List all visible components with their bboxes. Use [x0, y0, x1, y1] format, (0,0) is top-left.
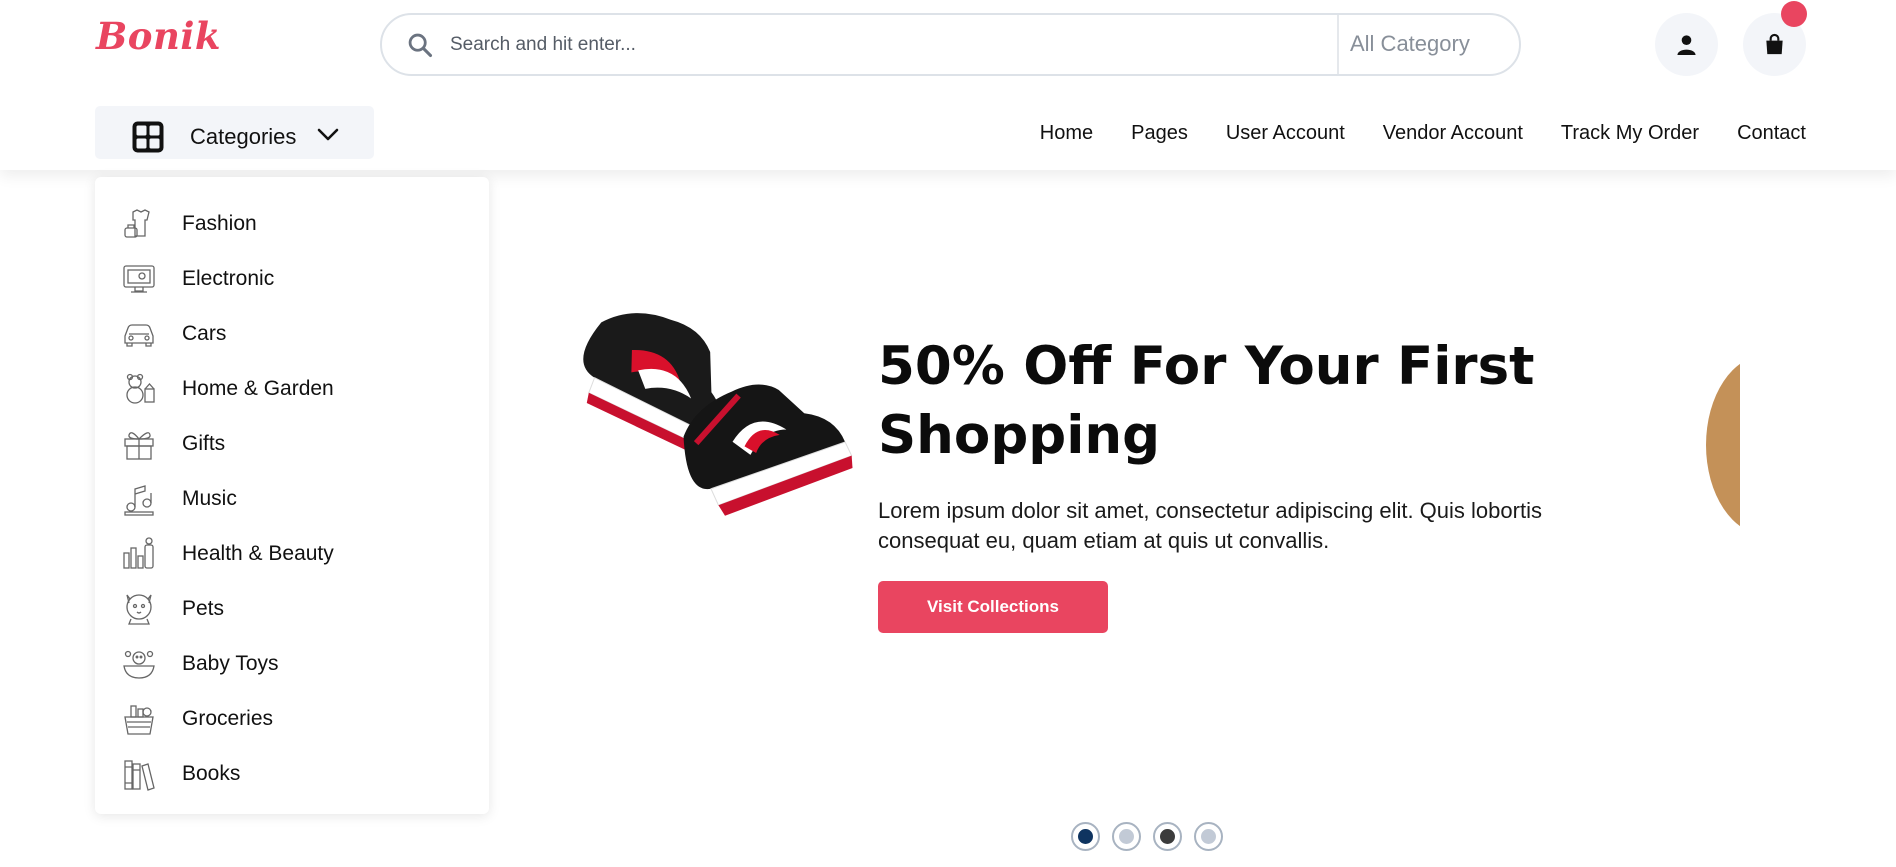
carousel-dot-3[interactable]: [1153, 822, 1182, 851]
user-account-button[interactable]: [1655, 13, 1718, 76]
baby-toys-icon: [123, 650, 155, 679]
electronic-icon: [123, 265, 155, 293]
search-divider: [1337, 15, 1339, 74]
brand-logo[interactable]: Bonik: [96, 14, 221, 58]
category-label: Home & Garden: [182, 377, 334, 400]
carousel-dot-1[interactable]: [1071, 822, 1100, 851]
category-label: Groceries: [182, 707, 274, 730]
nav-vendor-account[interactable]: Vendor Account: [1383, 122, 1523, 145]
search-icon[interactable]: [406, 31, 434, 59]
hero-description: Lorem ipsum dolor sit amet, consectetur …: [878, 498, 1542, 553]
category-menu: Fashion Electronic Cars Home & Garden Gi…: [95, 177, 489, 814]
sneakers-image: [583, 313, 853, 516]
cart-count-badge: [1781, 1, 1807, 27]
category-label: Pets: [182, 597, 225, 620]
category-item-electronic[interactable]: Electronic: [95, 251, 489, 306]
nav-contact[interactable]: Contact: [1737, 122, 1806, 145]
category-item-music[interactable]: Music: [95, 471, 489, 526]
category-item-home-garden[interactable]: Home & Garden: [95, 361, 489, 416]
grid-icon: [132, 121, 164, 153]
fashion-icon: [124, 209, 150, 238]
carousel-dots: [1071, 822, 1223, 851]
category-item-cars[interactable]: Cars: [95, 306, 489, 361]
category-item-fashion[interactable]: Fashion: [95, 196, 489, 251]
nav-user-account[interactable]: User Account: [1226, 122, 1345, 145]
carousel-dot-2[interactable]: [1112, 822, 1141, 851]
home-garden-icon: [126, 373, 155, 404]
category-item-groceries[interactable]: Groceries: [95, 691, 489, 746]
category-item-pets[interactable]: Pets: [95, 581, 489, 636]
category-label: Fashion: [182, 212, 257, 235]
music-icon: [124, 485, 154, 516]
category-label: Gifts: [182, 432, 226, 455]
category-item-gifts[interactable]: Gifts: [95, 416, 489, 471]
search-category-select[interactable]: All Category: [1350, 31, 1470, 57]
category-item-books[interactable]: Books: [95, 746, 489, 801]
chevron-down-icon: [317, 128, 339, 141]
category-label: Electronic: [182, 267, 275, 290]
category-label: Cars: [182, 322, 227, 345]
categories-toggle-label: Categories: [190, 124, 297, 149]
category-label: Baby Toys: [182, 652, 279, 675]
nav-pages[interactable]: Pages: [1131, 122, 1188, 145]
health-beauty-icon: [123, 537, 154, 569]
carousel-dot-4[interactable]: [1194, 822, 1223, 851]
category-label: Health & Beauty: [182, 542, 334, 565]
user-icon: [1677, 35, 1696, 56]
pets-icon: [126, 594, 152, 625]
nav-track-my-order[interactable]: Track My Order: [1561, 122, 1699, 145]
site-header: Bonik All Category Categories: [0, 0, 1896, 170]
category-label: Music: [182, 487, 237, 510]
shopping-bag-icon: [1766, 33, 1783, 55]
nav-home[interactable]: Home: [1040, 122, 1093, 145]
groceries-icon: [124, 705, 154, 735]
search-input[interactable]: [450, 15, 1310, 74]
categories-toggle[interactable]: Categories: [95, 106, 374, 159]
category-item-baby-toys[interactable]: Baby Toys: [95, 636, 489, 691]
visit-collections-button[interactable]: Visit Collections: [878, 581, 1108, 633]
main-nav: Home Pages User Account Vendor Account T…: [1040, 122, 1806, 145]
hero-title: 50% Off For Your First Shopping: [878, 336, 1535, 466]
category-item-health-beauty[interactable]: Health & Beauty: [95, 526, 489, 581]
search-bar: All Category: [380, 13, 1521, 76]
car-icon: [124, 324, 154, 347]
gift-icon: [124, 432, 154, 460]
next-slide-preview: [1700, 355, 1740, 535]
books-icon: [124, 760, 155, 791]
category-label: Books: [182, 762, 241, 785]
